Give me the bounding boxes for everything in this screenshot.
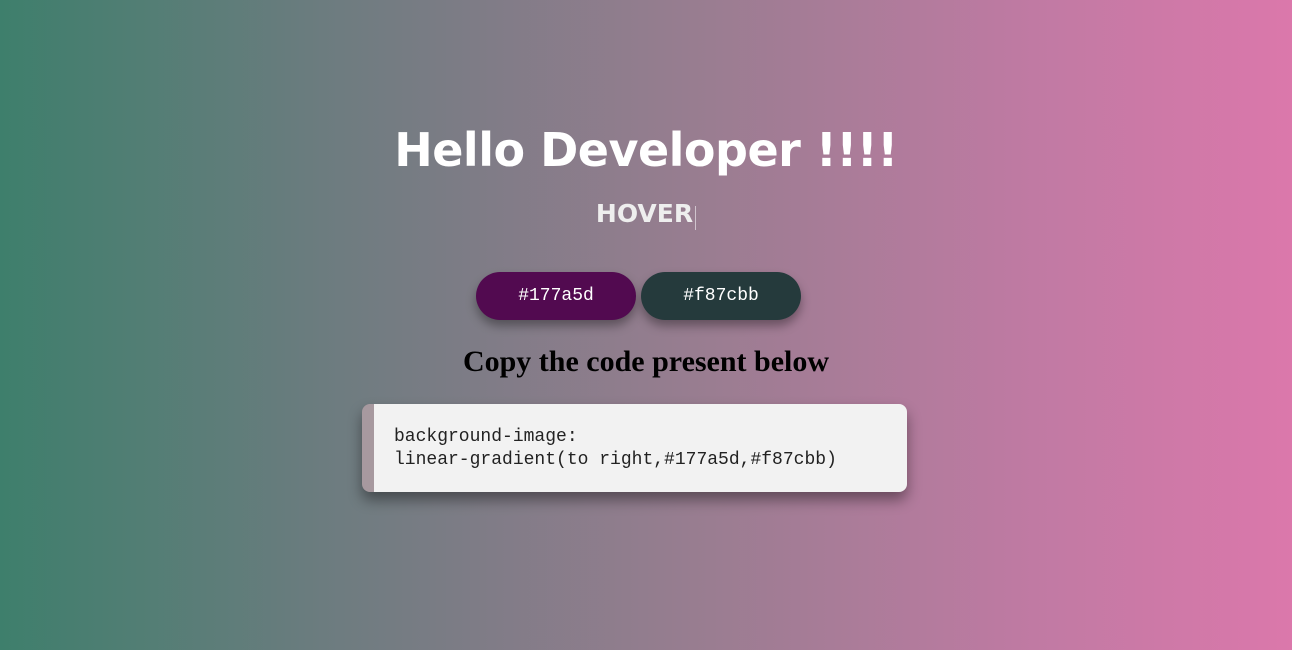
color-button-group: #177a5d #f87cbb (476, 272, 806, 320)
code-line-1: background-image: (394, 427, 578, 447)
color-two-button[interactable]: #f87cbb (641, 272, 801, 320)
copy-instruction-heading: Copy the code present below (462, 345, 830, 378)
hover-label: HOVER (595, 199, 694, 228)
code-line-2: linear-gradient(to right,#177a5d,#f87cbb… (394, 450, 837, 470)
color-one-button[interactable]: #177a5d (476, 272, 636, 320)
css-code-box[interactable]: background-image: linear-gradient(to rig… (362, 404, 907, 492)
page-title: Hello Developer !!!! (394, 123, 898, 177)
text-cursor-icon (695, 205, 697, 230)
hover-label-row: HOVER (0, 196, 1292, 235)
